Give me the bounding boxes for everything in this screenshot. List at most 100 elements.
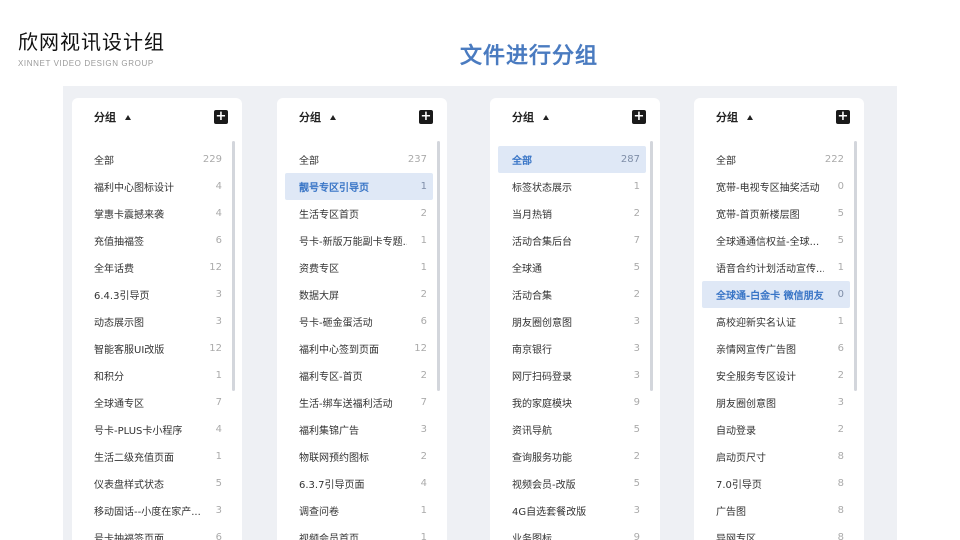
group-item-label: 视频会员首页 (299, 534, 359, 540)
group-list-item[interactable]: 查询服务功能 2 (498, 443, 646, 470)
group-item-label: 生活专区首页 (299, 210, 359, 221)
group-list-item[interactable]: 6.4.3引导页 3 (80, 281, 228, 308)
sort-ascending-icon[interactable] (747, 114, 753, 120)
group-list-item[interactable]: 福利专区-首页 2 (285, 362, 433, 389)
add-group-icon[interactable]: + (419, 110, 433, 124)
group-header-label: 分组 (299, 111, 321, 124)
group-item-label: 全部 (299, 156, 319, 167)
group-item-count: 8 (837, 505, 844, 516)
group-list-item[interactable]: 朋友圈创意图 3 (702, 389, 850, 416)
group-item-count: 12 (414, 343, 427, 354)
group-item-count: 1 (420, 262, 427, 273)
add-group-icon[interactable]: + (214, 110, 228, 124)
group-list-item[interactable]: 宽带-电视专区抽奖活动 0 (702, 173, 850, 200)
group-list-item[interactable]: 全球通通信权益-全球... 5 (702, 227, 850, 254)
scrollbar[interactable] (650, 141, 653, 391)
group-list-item[interactable]: 靓号专区引导页 1 (285, 173, 433, 200)
group-list-item[interactable]: 生活-绑车送福利活动 7 (285, 389, 433, 416)
scrollbar[interactable] (437, 141, 440, 391)
group-list-item[interactable]: 标签状态展示 1 (498, 173, 646, 200)
group-list-item[interactable]: 6.3.7引导页面 4 (285, 470, 433, 497)
group-list-item[interactable]: 当月热销 2 (498, 200, 646, 227)
add-group-icon[interactable]: + (632, 110, 646, 124)
sort-ascending-icon[interactable] (543, 114, 549, 120)
group-list-item[interactable]: 全部 222 (702, 146, 850, 173)
group-list-item[interactable]: 全部 287 (498, 146, 646, 173)
group-list-item[interactable]: 全球通-白金卡 微信朋友... 0 (702, 281, 850, 308)
group-item-label: 视频会员-改版 (512, 480, 576, 491)
group-list-item[interactable]: 高校迎新实名认证 1 (702, 308, 850, 335)
group-list-item[interactable]: 视频会员首页 1 (285, 524, 433, 540)
group-list-item[interactable]: 语音合约计划活动宣传... 1 (702, 254, 850, 281)
group-list-item[interactable]: 广告图 8 (702, 497, 850, 524)
group-list-item[interactable]: 号卡-新版万能副卡专题... 1 (285, 227, 433, 254)
group-item-label: 当月热销 (512, 210, 552, 221)
group-item-count: 5 (633, 424, 640, 435)
group-list-item[interactable]: 福利中心图标设计 4 (80, 173, 228, 200)
group-list-item[interactable]: 活动合集 2 (498, 281, 646, 308)
group-item-count: 9 (633, 532, 640, 540)
group-list-item[interactable]: 朋友圈创意图 3 (498, 308, 646, 335)
group-list-item[interactable]: 南京银行 3 (498, 335, 646, 362)
group-item-label: 福利集锦广告 (299, 426, 359, 437)
group-list-item[interactable]: 仪表盘样式状态 5 (80, 470, 228, 497)
group-list-item[interactable]: 安全服务专区设计 2 (702, 362, 850, 389)
group-item-count: 1 (420, 181, 427, 192)
group-list-item[interactable]: 异网专区 8 (702, 524, 850, 540)
group-item-count: 3 (215, 316, 222, 327)
group-list-item[interactable]: 亲情网宣传广告图 6 (702, 335, 850, 362)
group-item-count: 8 (837, 478, 844, 489)
group-list-item[interactable]: 全球通 5 (498, 254, 646, 281)
group-list-item[interactable]: 物联网预约图标 2 (285, 443, 433, 470)
group-list-item[interactable]: 全球通专区 7 (80, 389, 228, 416)
group-list-item[interactable]: 移动固话--小度在家产... 3 (80, 497, 228, 524)
group-list-item[interactable]: 7.0引导页 8 (702, 470, 850, 497)
group-list-item[interactable]: 福利集锦广告 3 (285, 416, 433, 443)
group-list-item[interactable]: 4G自选套餐改版 3 (498, 497, 646, 524)
group-list-item[interactable]: 和积分 1 (80, 362, 228, 389)
group-list-item[interactable]: 自动登录 2 (702, 416, 850, 443)
group-item-count: 5 (633, 262, 640, 273)
group-list-item[interactable]: 网厅扫码登录 3 (498, 362, 646, 389)
group-list-item[interactable]: 业务图标 9 (498, 524, 646, 540)
group-list-item[interactable]: 视频会员-改版 5 (498, 470, 646, 497)
group-list-item[interactable]: 资讯导航 5 (498, 416, 646, 443)
group-list-item[interactable]: 资费专区 1 (285, 254, 433, 281)
group-item-label: 异网专区 (716, 534, 756, 540)
group-list-item[interactable]: 福利中心签到页面 12 (285, 335, 433, 362)
add-group-icon[interactable]: + (836, 110, 850, 124)
group-list-item[interactable]: 号卡抽福签页面 6 (80, 524, 228, 540)
group-list-item[interactable]: 全部 229 (80, 146, 228, 173)
group-list-item[interactable]: 启动页尺寸 8 (702, 443, 850, 470)
group-list-item[interactable]: 我的家庭模块 9 (498, 389, 646, 416)
group-list-item[interactable]: 充值抽福签 6 (80, 227, 228, 254)
group-item-count: 2 (837, 370, 844, 381)
group-list-item[interactable]: 号卡-PLUS卡小程序 4 (80, 416, 228, 443)
group-item-label: 生活-绑车送福利活动 (299, 399, 393, 410)
scrollbar[interactable] (854, 141, 857, 391)
group-item-count: 6 (420, 316, 427, 327)
group-list-item[interactable]: 宽带-首页新楼层图 5 (702, 200, 850, 227)
group-list-item[interactable]: 全年话费 12 (80, 254, 228, 281)
group-list-item[interactable]: 号卡-砸金蛋活动 6 (285, 308, 433, 335)
group-item-label: 朋友圈创意图 (716, 399, 776, 410)
group-item-count: 222 (824, 154, 844, 165)
group-item-count: 3 (215, 289, 222, 300)
group-list-item[interactable]: 活动合集后台 7 (498, 227, 646, 254)
group-list-item[interactable]: 智能客服UI改版 12 (80, 335, 228, 362)
group-panel-1: 分组 + 全部 229 福利中心图标设计 4 掌惠卡震撼来袭 4 充值抽福签 6 全年话费 12 6.4… (72, 98, 242, 540)
scrollbar[interactable] (232, 141, 235, 391)
group-list-item[interactable]: 生活专区首页 2 (285, 200, 433, 227)
group-list-item[interactable]: 数据大屏 2 (285, 281, 433, 308)
sort-ascending-icon[interactable] (125, 114, 131, 120)
group-panel-header: 分组 + (72, 98, 242, 136)
group-list-item[interactable]: 调查问卷 1 (285, 497, 433, 524)
group-item-count: 0 (837, 289, 844, 300)
group-list-item[interactable]: 全部 237 (285, 146, 433, 173)
group-list-item[interactable]: 掌惠卡震撼来袭 4 (80, 200, 228, 227)
group-item-label: 全球通通信权益-全球... (716, 237, 820, 248)
group-item-label: 查询服务功能 (512, 453, 572, 464)
group-list-item[interactable]: 动态展示图 3 (80, 308, 228, 335)
group-list-item[interactable]: 生活二级充值页面 1 (80, 443, 228, 470)
sort-ascending-icon[interactable] (330, 114, 336, 120)
